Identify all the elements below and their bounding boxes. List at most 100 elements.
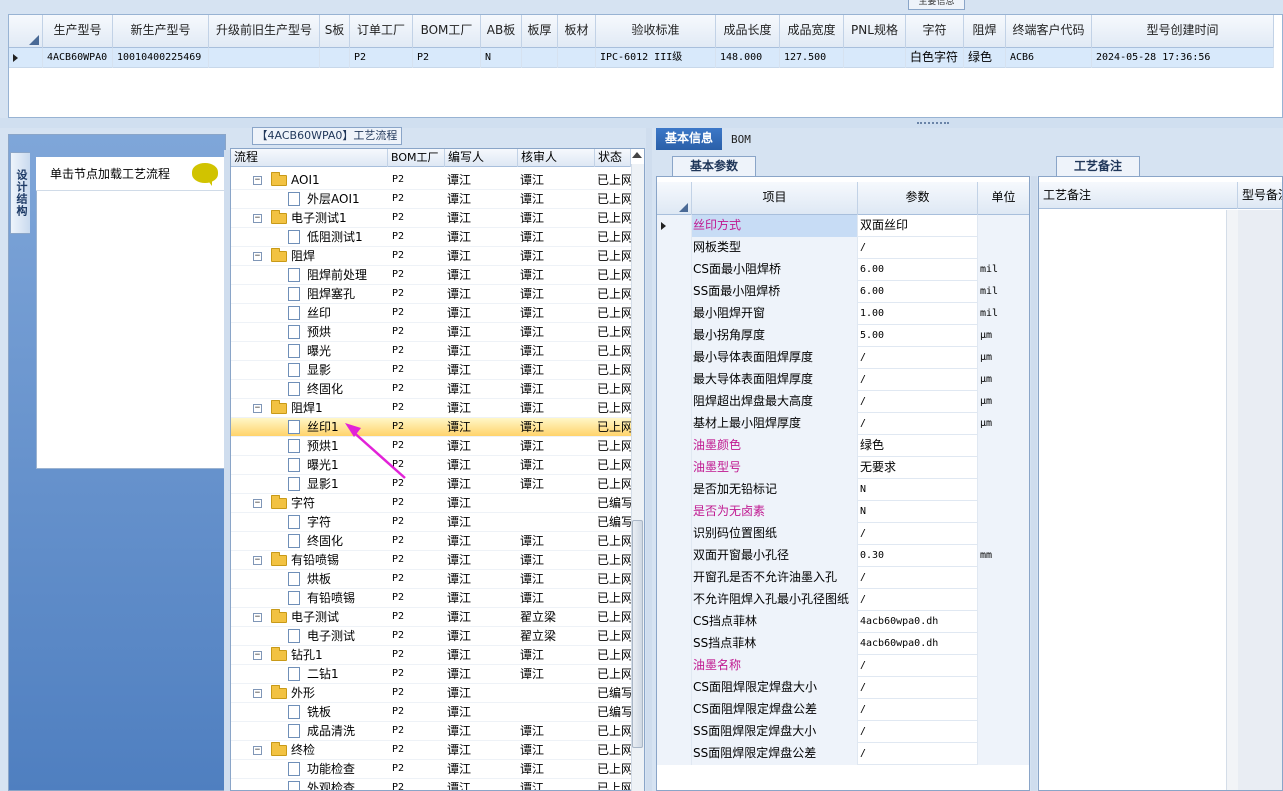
param-row[interactable]: 最小导体表面阻焊厚度 / μm xyxy=(657,347,1029,369)
tree-node[interactable]: − 终检 xyxy=(231,741,388,760)
collapse-icon[interactable]: − xyxy=(253,556,262,565)
param-indicator-cell[interactable] xyxy=(657,501,692,523)
collapse-icon[interactable]: − xyxy=(253,404,262,413)
main-info-cell[interactable]: P2 xyxy=(413,48,481,68)
tree-node[interactable]: 烘板 xyxy=(231,570,388,589)
param-indicator-cell[interactable] xyxy=(657,611,692,633)
tree-row[interactable]: 终固化 P2 谭江 谭江 已上网 xyxy=(231,532,631,551)
tab-basic-info[interactable]: 基本信息 xyxy=(656,128,722,150)
param-row[interactable]: 双面开窗最小孔径 0.30 mm xyxy=(657,545,1029,567)
tree-row[interactable]: − 终检 P2 谭江 谭江 已上网 xyxy=(231,741,631,760)
tree-node[interactable]: 铣板 xyxy=(231,703,388,722)
main-info-cell[interactable]: 2024-05-28 17:36:56 xyxy=(1092,48,1274,68)
param-value[interactable]: / xyxy=(858,589,978,611)
col-unit[interactable]: 单位 xyxy=(978,182,1029,215)
param-row[interactable]: CS面阻焊限定焊盘公差 / xyxy=(657,699,1029,721)
param-row[interactable]: 是否加无铅标记 N xyxy=(657,479,1029,501)
tree-node[interactable]: 二钻1 xyxy=(231,665,388,684)
param-value[interactable]: 6.00 xyxy=(858,281,978,303)
param-indicator-cell[interactable] xyxy=(657,435,692,457)
param-indicator-cell[interactable] xyxy=(657,303,692,325)
param-indicator-cell[interactable] xyxy=(657,545,692,567)
tree-node[interactable]: − 电子测试1 xyxy=(231,209,388,228)
param-indicator-cell[interactable] xyxy=(657,523,692,545)
param-value[interactable]: 0.30 xyxy=(858,545,978,567)
tree-node[interactable]: − 阻焊1 xyxy=(231,399,388,418)
col-reviewer[interactable]: 核审人 xyxy=(518,149,595,167)
main-info-col[interactable]: BOM工厂 xyxy=(413,15,481,48)
tree-node[interactable]: 成品清洗 xyxy=(231,722,388,741)
tree-node[interactable]: − 字符 xyxy=(231,494,388,513)
main-info-col[interactable]: 型号创建时间 xyxy=(1092,15,1274,48)
param-indicator-cell[interactable] xyxy=(657,259,692,281)
main-info-col[interactable]: 阻焊 xyxy=(964,15,1006,48)
tree-node[interactable]: 功能检查 xyxy=(231,760,388,779)
notes-scrollbar[interactable] xyxy=(1226,210,1238,790)
param-value[interactable]: / xyxy=(858,743,978,765)
param-indicator-cell[interactable] xyxy=(657,457,692,479)
main-info-col[interactable]: 生产型号 xyxy=(43,15,113,48)
param-indicator-cell[interactable] xyxy=(657,589,692,611)
param-row[interactable]: CS面阻焊限定焊盘大小 / xyxy=(657,677,1029,699)
param-indicator-cell[interactable] xyxy=(657,215,692,237)
param-row[interactable]: SS面阻焊限定焊盘公差 / xyxy=(657,743,1029,765)
param-value[interactable]: 6.00 xyxy=(858,259,978,281)
main-info-cell[interactable] xyxy=(522,48,558,68)
main-info-cell[interactable]: 148.000 xyxy=(716,48,780,68)
tree-node[interactable]: 丝印 xyxy=(231,304,388,323)
param-row[interactable]: 开窗孔是否不允许油墨入孔 / xyxy=(657,567,1029,589)
main-info-cell[interactable]: 10010400225469 xyxy=(113,48,209,68)
tree-row[interactable]: − 有铅喷锡 P2 谭江 谭江 已上网 xyxy=(231,551,631,570)
param-row[interactable]: 不允许阻焊入孔最小孔径图纸 / xyxy=(657,589,1029,611)
main-info-col[interactable]: 成品宽度 xyxy=(780,15,844,48)
param-row[interactable]: 油墨型号 无要求 xyxy=(657,457,1029,479)
main-info-col[interactable]: 验收标准 xyxy=(596,15,716,48)
main-info-cell[interactable]: N xyxy=(481,48,522,68)
main-info-col[interactable]: 字符 xyxy=(906,15,964,48)
param-value[interactable]: 双面丝印 xyxy=(858,215,978,237)
col-writer[interactable]: 编写人 xyxy=(445,149,518,167)
param-indicator-cell[interactable] xyxy=(657,677,692,699)
tree-node[interactable]: 低阻测试1 xyxy=(231,228,388,247)
collapse-icon[interactable]: − xyxy=(253,499,262,508)
tree-node[interactable]: 外观检查 xyxy=(231,779,388,790)
main-info-cell[interactable]: P2 xyxy=(350,48,413,68)
main-info-col[interactable]: S板 xyxy=(320,15,350,48)
tree-row[interactable]: 外层AOI1 P2 谭江 谭江 已上网 xyxy=(231,190,631,209)
collapse-icon[interactable]: − xyxy=(253,746,262,755)
tree-row[interactable]: − AOI1 P2 谭江 谭江 已上网 xyxy=(231,171,631,190)
vertical-splitter-left[interactable] xyxy=(224,150,230,791)
col-flow[interactable]: 流程 xyxy=(231,149,388,167)
main-info-col[interactable]: 订单工厂 xyxy=(350,15,413,48)
notes-body[interactable] xyxy=(1039,210,1231,790)
param-indicator-cell[interactable] xyxy=(657,655,692,677)
param-indicator-cell[interactable] xyxy=(657,567,692,589)
param-row[interactable]: SS面最小阻焊桥 6.00 mil xyxy=(657,281,1029,303)
tree-row[interactable]: 曝光1 P2 谭江 谭江 已上网 xyxy=(231,456,631,475)
tree-row[interactable]: − 电子测试1 P2 谭江 谭江 已上网 xyxy=(231,209,631,228)
param-row[interactable]: CS面最小阻焊桥 6.00 mil xyxy=(657,259,1029,281)
param-row[interactable]: 最小阻焊开窗 1.00 mil xyxy=(657,303,1029,325)
tree-row[interactable]: 显影 P2 谭江 谭江 已上网 xyxy=(231,361,631,380)
param-indicator-cell[interactable] xyxy=(657,413,692,435)
collapse-icon[interactable]: − xyxy=(253,689,262,698)
param-value[interactable]: 无要求 xyxy=(858,457,978,479)
param-indicator-cell[interactable] xyxy=(657,743,692,765)
param-indicator-cell[interactable] xyxy=(657,479,692,501)
tree-node[interactable]: 显影 xyxy=(231,361,388,380)
param-value[interactable]: 4acb60wpa0.dh xyxy=(858,611,978,633)
param-indicator-cell[interactable] xyxy=(657,237,692,259)
collapse-icon[interactable]: − xyxy=(253,613,262,622)
main-info-cell[interactable]: 4ACB60WPA0 xyxy=(43,48,113,68)
col-process-note[interactable]: 工艺备注 xyxy=(1039,182,1238,209)
tree-row[interactable]: 低阻测试1 P2 谭江 谭江 已上网 xyxy=(231,228,631,247)
param-indicator-cell[interactable] xyxy=(657,347,692,369)
tree-node[interactable]: − 钻孔1 xyxy=(231,646,388,665)
collapse-icon[interactable]: − xyxy=(253,651,262,660)
tree-node[interactable]: − 电子测试 xyxy=(231,608,388,627)
param-value[interactable]: / xyxy=(858,413,978,435)
param-indicator-cell[interactable] xyxy=(657,281,692,303)
param-value[interactable]: / xyxy=(858,347,978,369)
param-value[interactable]: 5.00 xyxy=(858,325,978,347)
tab-basic-params[interactable]: 基本参数 xyxy=(672,156,756,176)
